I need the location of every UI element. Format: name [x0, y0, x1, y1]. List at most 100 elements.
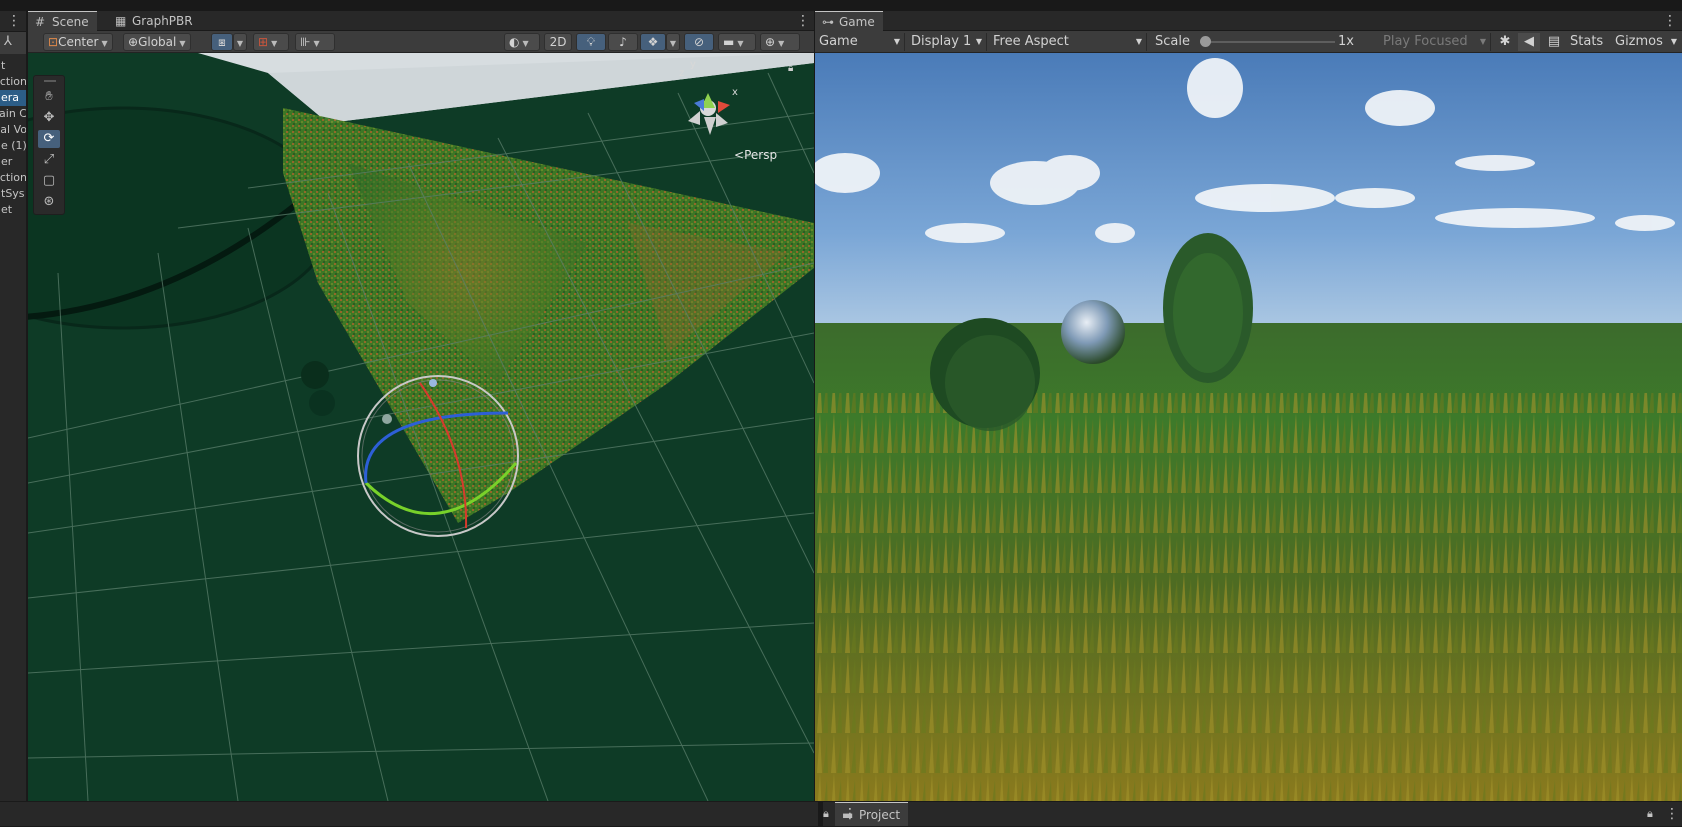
scale-tool[interactable]: ⤢: [38, 151, 60, 169]
chevron-left-icon: <: [734, 148, 745, 162]
hierarchy-header: ⋮: [0, 11, 26, 32]
play-mode-select[interactable]: Play Focused ▼: [1375, 33, 1491, 51]
game-tab-bar: ⊶ Game ⋮: [815, 11, 1682, 31]
chevron-down-icon: ▼: [1670, 37, 1677, 46]
hierarchy-menu-icon[interactable]: ⋮: [7, 13, 21, 29]
chevron-down-icon: ▼: [737, 39, 744, 48]
grid-visibility-button[interactable]: ⊞ ▼: [253, 33, 289, 51]
chevron-down-icon: ▼: [893, 37, 900, 46]
draw-mode-dropdown[interactable]: ◐ ▼: [504, 33, 540, 51]
view-select[interactable]: Game ▼: [815, 33, 905, 51]
chevron-down-icon: ▼: [522, 39, 529, 48]
aspect-select[interactable]: Free Aspect ▼: [989, 33, 1147, 51]
mute-audio-button[interactable]: ✱: [1495, 33, 1515, 51]
lighting-toggle[interactable]: 💡︎: [576, 33, 606, 51]
pivot-dropdown[interactable]: ⊡Center ▼: [43, 33, 113, 51]
bottom-panel-strip: ▬ Project 🔒︎ ⋮ 🔒︎ ⋮: [0, 801, 1682, 826]
chevron-down-icon: ▼: [669, 39, 677, 48]
scale-slider[interactable]: [1200, 36, 1335, 47]
game-view-panel: ⊶ Game ⋮ Game ▼ Display 1 ▼ Free Aspect ▼ Sc…: [815, 11, 1682, 801]
gizmo-x-label: x: [732, 87, 738, 98]
toggle-2d-button[interactable]: 2D: [544, 33, 572, 51]
game-menu-icon[interactable]: ⋮: [1663, 13, 1677, 29]
effects-dropdown[interactable]: ▼: [666, 33, 680, 51]
chevron-down-icon: ▼: [236, 39, 244, 48]
move-icon: ✥: [43, 110, 55, 125]
chevron-down-icon: ▼: [271, 39, 278, 48]
hand-icon: ✋︎: [45, 89, 53, 104]
hierarchy-item[interactable]: tSys: [0, 186, 26, 202]
gizmos-dropdown-game[interactable]: Gizmos ▼: [1615, 33, 1679, 51]
move-tool[interactable]: ✥: [38, 109, 60, 127]
scene-viewport[interactable]: y z x 🔒︎ <Persp ✋︎ ✥ ⟳ ⤢ ▢ ⊛: [28, 53, 814, 801]
stats-button[interactable]: Stats: [1570, 33, 1603, 51]
add-icon[interactable]: ⅄: [4, 34, 12, 49]
scene-toolbar: ⊡Center ▼ ⊕Global ▼ ⧆ ▼ ⊞ ▼ ⊪ ▼ ◐ ▼ 2D 💡︎ ♪ ❖…: [28, 31, 814, 53]
hierarchy-item[interactable]: er: [0, 154, 26, 170]
game-viewport[interactable]: [815, 53, 1682, 801]
drag-handle[interactable]: [44, 80, 56, 82]
rect-tool[interactable]: ▢: [38, 172, 60, 190]
grid-snapping-button[interactable]: ⧆: [211, 33, 233, 51]
transform-icon: ⊛: [43, 194, 55, 209]
effects-toggle[interactable]: ❖: [640, 33, 666, 51]
chevron-down-icon: ▼: [313, 39, 320, 48]
increment-snap-button[interactable]: ⊪ ▼: [295, 33, 335, 51]
ruler-icon: ⊪: [300, 35, 311, 49]
display-select[interactable]: Display 1 ▼: [907, 33, 987, 51]
grid-snap-icon: ⧆: [218, 35, 226, 49]
hierarchy-item[interactable]: e (1): [0, 138, 26, 154]
scale-slider-thumb[interactable]: [1200, 36, 1211, 47]
project-lock-icon[interactable]: 🔒︎: [1647, 806, 1653, 822]
chevron-down-icon: ▼: [778, 39, 785, 48]
grid-snapping-dropdown[interactable]: ▼: [233, 33, 247, 51]
hierarchy-item[interactable]: al Vo: [0, 122, 26, 138]
game-toolbar: Game ▼ Display 1 ▼ Free Aspect ▼ Scale 1x P…: [815, 31, 1682, 53]
scale-label: Scale: [1155, 34, 1190, 49]
hierarchy-item[interactable]: ection: [0, 170, 26, 186]
pivot-icon: ⊡: [48, 35, 59, 49]
lock-icon[interactable]: 🔒︎: [788, 63, 793, 74]
scene-view-panel: # Scene ▦ GraphPBR ⋮ ⊡Center ▼ ⊕Global ▼ ⧆ ▼…: [28, 11, 814, 801]
console-menu-icon[interactable]: ⋮: [843, 806, 857, 822]
hierarchy-item[interactable]: era: [0, 90, 26, 106]
scale-value: 1x: [1338, 34, 1354, 49]
tab-scene[interactable]: # Scene: [28, 11, 97, 31]
chevron-down-icon: ▼: [179, 39, 186, 48]
scene-visibility-toggle[interactable]: ⊘: [684, 33, 714, 51]
projection-toggle[interactable]: <Persp: [734, 148, 777, 162]
rotate-icon: ⟳: [43, 131, 55, 146]
audio-toggle-button[interactable]: ◀︎: [1518, 33, 1540, 51]
rotate-tool[interactable]: ⟳: [38, 130, 60, 148]
effects-icon: ❖: [647, 35, 659, 49]
tools-overlay: ✋︎ ✥ ⟳ ⤢ ▢ ⊛: [33, 75, 65, 215]
hierarchy-panel: ⋮ ⅄ tectioneraain Cal Voe (1)erectiontSy…: [0, 11, 27, 801]
hierarchy-item[interactable]: et: [0, 202, 26, 218]
hierarchy-item[interactable]: t: [0, 58, 26, 74]
gizmo-icon: ⊕: [765, 35, 776, 49]
shading-sphere-icon: ◐: [509, 35, 520, 49]
tab-game[interactable]: ⊶ Game: [815, 11, 883, 31]
console-lock-icon[interactable]: 🔒︎: [823, 806, 829, 822]
hand-tool[interactable]: ✋︎: [38, 88, 60, 106]
project-menu-icon[interactable]: ⋮: [1665, 806, 1679, 822]
gamepad-icon: ⊶: [822, 15, 834, 29]
chevron-down-icon: ▼: [101, 39, 108, 48]
hierarchy-item[interactable]: ain C: [0, 106, 26, 122]
camera-settings-dropdown[interactable]: ▬ ▼: [718, 33, 756, 51]
space-dropdown[interactable]: ⊕Global ▼: [123, 33, 191, 51]
chevron-down-icon: ▼: [1135, 37, 1142, 46]
hash-icon: #: [35, 15, 46, 29]
gizmos-dropdown[interactable]: ⊕ ▼: [760, 33, 800, 51]
keyboard-icon: ▤: [1547, 34, 1561, 49]
audio-toggle[interactable]: ♪: [608, 33, 638, 51]
camera-icon: ▬: [723, 35, 735, 49]
gizmo-y-label: y: [690, 59, 696, 70]
shortcuts-button[interactable]: ▤: [1543, 33, 1565, 51]
chevron-down-icon: ▼: [975, 37, 982, 46]
scene-menu-icon[interactable]: ⋮: [796, 13, 810, 29]
speaker-mute-icon: ◀︎: [1524, 34, 1534, 49]
transform-tool[interactable]: ⊛: [38, 193, 60, 211]
tab-graphpbr[interactable]: ▦ GraphPBR: [108, 11, 201, 31]
hierarchy-item[interactable]: ection: [0, 74, 26, 90]
